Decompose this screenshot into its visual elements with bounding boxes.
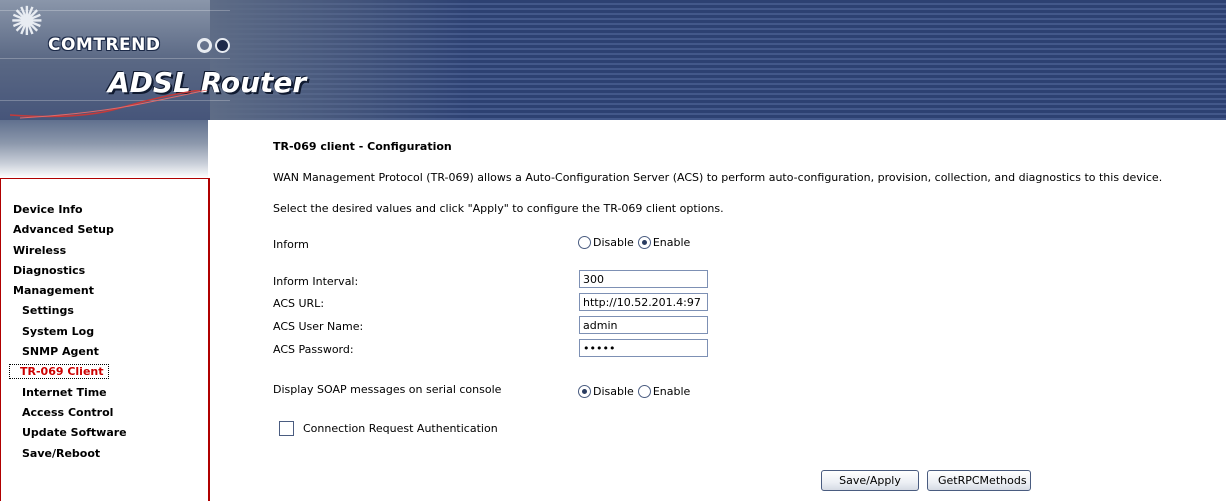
acs-password-label: ACS Password: (273, 343, 354, 356)
soap-disable-radio[interactable] (578, 385, 591, 398)
sidebar-nav: Device Info Advanced Setup Wireless Diag… (0, 178, 210, 501)
nav-item-tr069-client[interactable]: TR-069 Client (1, 362, 208, 382)
inform-label: Inform (273, 238, 309, 251)
nav-item-update-software[interactable]: Update Software (1, 423, 208, 443)
conn-auth-row: Connection Request Authentication (279, 421, 498, 436)
page-description: WAN Management Protocol (TR-069) allows … (273, 171, 1163, 184)
nav-item-label: Advanced Setup (13, 223, 114, 237)
nav-item-label: Update Software (22, 426, 127, 440)
nav-item-system-log[interactable]: System Log (1, 322, 208, 342)
logo-dots-icon (197, 38, 233, 53)
sun-logo-icon: ✺ (10, 0, 44, 45)
nav-item-internet-time[interactable]: Internet Time (1, 383, 208, 403)
acs-username-label: ACS User Name: (273, 320, 364, 333)
nav-item-label: TR-069 Client (9, 364, 109, 380)
conn-auth-label: Connection Request Authentication (303, 422, 498, 435)
inform-disable-label: Disable (593, 236, 634, 249)
nav-item-label: SNMP Agent (22, 345, 99, 359)
inform-interval-input[interactable]: 300 (579, 270, 708, 288)
nav-item-label: Device Info (13, 203, 83, 216)
nav-item-label: Settings (22, 304, 74, 318)
acs-username-input[interactable]: admin (579, 316, 708, 334)
swoosh-graphic (9, 90, 209, 119)
nav-item-label: Management (13, 284, 94, 298)
nav-item-settings[interactable]: Settings (1, 301, 208, 321)
soap-enable-label: Enable (652, 385, 691, 398)
inform-enable-radio[interactable] (637, 236, 651, 249)
acs-url-input[interactable]: http://10.52.201.4:97 (579, 293, 708, 311)
nav-item-snmp-agent[interactable]: SNMP Agent (1, 342, 208, 362)
nav-item-label: Access Control (22, 405, 114, 419)
nav-item-label: System Log (22, 324, 95, 338)
nav-item-label: Internet Time (22, 385, 107, 399)
nav-list: Device Info Advanced Setup Wireless Diag… (1, 200, 208, 464)
page-title: TR-069 client - Configuration (273, 140, 452, 153)
soap-disable-label: Disable (593, 385, 634, 398)
main-content: TR-069 client - Configuration WAN Manage… (273, 0, 1223, 500)
divider (0, 58, 230, 59)
nav-item-management[interactable]: Management (1, 281, 208, 301)
nav-item-label: Diagnostics (13, 263, 86, 277)
page-instructions: Select the desired values and click "App… (273, 202, 724, 215)
soap-label: Display SOAP messages on serial console (273, 383, 502, 396)
get-rpc-methods-button[interactable]: GetRPCMethods (927, 470, 1031, 491)
inform-radio-group: Disable Enable (578, 236, 694, 249)
acs-url-label: ACS URL: (273, 297, 325, 310)
soap-enable-radio[interactable] (637, 385, 651, 398)
inform-disable-radio[interactable] (578, 236, 591, 249)
nav-item-device-info[interactable]: Device Info (1, 200, 208, 220)
nav-item-label: Wireless (13, 243, 67, 257)
save-apply-button[interactable]: Save/Apply (821, 470, 919, 491)
nav-item-access-control[interactable]: Access Control (1, 403, 208, 423)
conn-auth-checkbox[interactable] (279, 421, 294, 436)
inform-enable-label: Enable (652, 236, 691, 249)
acs-password-input[interactable]: ••••• (579, 339, 708, 357)
nav-item-label: Save/Reboot (22, 446, 101, 460)
inform-interval-label: Inform Interval: (273, 275, 359, 288)
company-logo: COMTREND (48, 35, 161, 55)
nav-item-diagnostics[interactable]: Diagnostics (1, 261, 208, 281)
nav-item-wireless[interactable]: Wireless (1, 241, 208, 261)
nav-header-gradient (0, 120, 208, 178)
nav-item-save-reboot[interactable]: Save/Reboot (1, 444, 208, 464)
soap-radio-group: Disable Enable (578, 385, 694, 398)
nav-item-advanced-setup[interactable]: Advanced Setup (1, 220, 208, 240)
